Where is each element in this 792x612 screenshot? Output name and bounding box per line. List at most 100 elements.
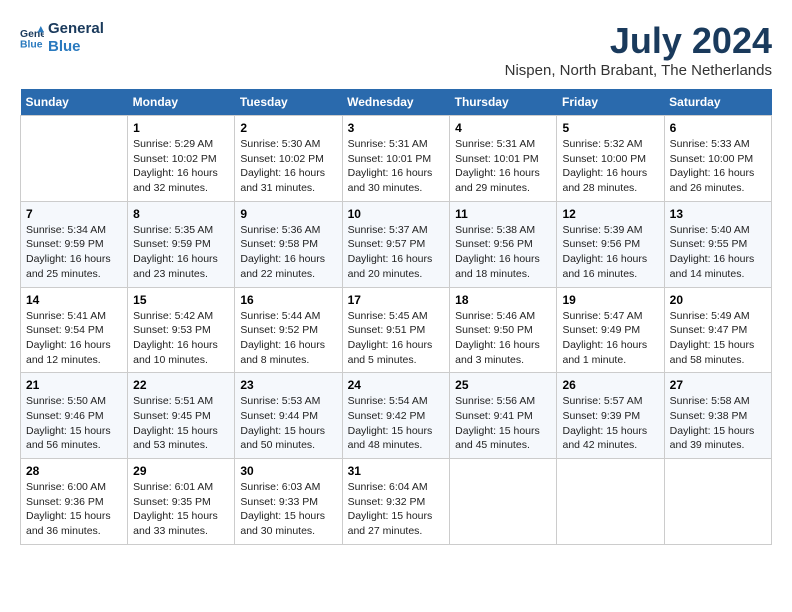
day-number: 7 xyxy=(26,207,122,221)
day-number: 6 xyxy=(670,121,766,135)
calendar-cell: 16 Sunrise: 5:44 AM Sunset: 9:52 PM Dayli… xyxy=(235,287,342,373)
calendar-cell: 11Sunrise: 5:38 AM Sunset: 9:56 PM Dayli… xyxy=(450,201,557,287)
calendar-cell xyxy=(557,459,664,545)
day-info: Sunrise: 5:41 AM Sunset: 9:54 PM Dayligh… xyxy=(26,309,122,368)
day-number: 2 xyxy=(240,121,336,135)
header-sunday: Sunday xyxy=(21,89,128,116)
calendar-cell xyxy=(450,459,557,545)
calendar-cell: 10 Sunrise: 5:37 AM Sunset: 9:57 PM Dayli… xyxy=(342,201,450,287)
day-info: Sunrise: 5:34 AM Sunset: 9:59 PM Dayligh… xyxy=(26,223,122,282)
day-info: Sunrise: 5:49 AM Sunset: 9:47 PM Dayligh… xyxy=(670,309,766,368)
day-number: 31 xyxy=(348,464,445,478)
day-number: 11 xyxy=(455,207,551,221)
calendar-cell: 14 Sunrise: 5:41 AM Sunset: 9:54 PM Dayli… xyxy=(21,287,128,373)
day-info: Sunrise: 5:44 AM Sunset: 9:52 PM Dayligh… xyxy=(240,309,336,368)
day-info: Sunrise: 5:32 AM Sunset: 10:00 PM Daylig… xyxy=(562,137,658,196)
subtitle: Nispen, North Brabant, The Netherlands xyxy=(505,62,772,79)
day-number: 9 xyxy=(240,207,336,221)
day-info: Sunrise: 5:47 AM Sunset: 9:49 PM Dayligh… xyxy=(562,309,658,368)
day-info: Sunrise: 5:42 AM Sunset: 9:53 PM Dayligh… xyxy=(133,309,229,368)
calendar-cell: 2 Sunrise: 5:30 AM Sunset: 10:02 PM Dayli… xyxy=(235,116,342,202)
header-wednesday: Wednesday xyxy=(342,89,450,116)
day-info: Sunrise: 5:54 AM Sunset: 9:42 PM Dayligh… xyxy=(348,394,445,453)
day-number: 18 xyxy=(455,293,551,307)
calendar-cell: 15 Sunrise: 5:42 AM Sunset: 9:53 PM Dayli… xyxy=(128,287,235,373)
day-info: Sunrise: 5:29 AM Sunset: 10:02 PM Daylig… xyxy=(133,137,229,196)
day-number: 30 xyxy=(240,464,336,478)
day-number: 23 xyxy=(240,378,336,392)
day-number: 1 xyxy=(133,121,229,135)
logo-line2: Blue xyxy=(48,38,104,56)
calendar-cell: 9 Sunrise: 5:36 AM Sunset: 9:58 PM Daylig… xyxy=(235,201,342,287)
logo: General Blue General Blue xyxy=(20,20,104,56)
day-info: Sunrise: 5:36 AM Sunset: 9:58 PM Dayligh… xyxy=(240,223,336,282)
day-info: Sunrise: 5:50 AM Sunset: 9:46 PM Dayligh… xyxy=(26,394,122,453)
day-number: 14 xyxy=(26,293,122,307)
calendar-cell: 6 Sunrise: 5:33 AM Sunset: 10:00 PM Dayli… xyxy=(664,116,771,202)
day-info: Sunrise: 5:51 AM Sunset: 9:45 PM Dayligh… xyxy=(133,394,229,453)
calendar-cell: 29 Sunrise: 6:01 AM Sunset: 9:35 PM Dayli… xyxy=(128,459,235,545)
calendar-cell: 26Sunrise: 5:57 AM Sunset: 9:39 PM Dayli… xyxy=(557,373,664,459)
day-number: 3 xyxy=(348,121,445,135)
calendar-cell: 7 Sunrise: 5:34 AM Sunset: 9:59 PM Daylig… xyxy=(21,201,128,287)
day-info: Sunrise: 5:31 AM Sunset: 10:01 PM Daylig… xyxy=(455,137,551,196)
calendar-cell: 31Sunrise: 6:04 AM Sunset: 9:32 PM Dayli… xyxy=(342,459,450,545)
day-number: 24 xyxy=(348,378,445,392)
calendar-cell: 4 Sunrise: 5:31 AM Sunset: 10:01 PM Dayli… xyxy=(450,116,557,202)
calendar-cell xyxy=(21,116,128,202)
day-info: Sunrise: 5:37 AM Sunset: 9:57 PM Dayligh… xyxy=(348,223,445,282)
day-info: Sunrise: 5:57 AM Sunset: 9:39 PM Dayligh… xyxy=(562,394,658,453)
day-info: Sunrise: 5:31 AM Sunset: 10:01 PM Daylig… xyxy=(348,137,445,196)
calendar-cell: 25Sunrise: 5:56 AM Sunset: 9:41 PM Dayli… xyxy=(450,373,557,459)
title-area: July 2024 Nispen, North Brabant, The Net… xyxy=(505,20,772,79)
header-saturday: Saturday xyxy=(664,89,771,116)
day-info: Sunrise: 5:53 AM Sunset: 9:44 PM Dayligh… xyxy=(240,394,336,453)
main-title: July 2024 xyxy=(505,20,772,62)
calendar-cell: 24 Sunrise: 5:54 AM Sunset: 9:42 PM Dayli… xyxy=(342,373,450,459)
calendar-table: SundayMondayTuesdayWednesdayThursdayFrid… xyxy=(20,89,772,545)
day-number: 17 xyxy=(348,293,445,307)
day-info: Sunrise: 5:35 AM Sunset: 9:59 PM Dayligh… xyxy=(133,223,229,282)
logo-icon: General Blue xyxy=(20,26,44,50)
svg-text:Blue: Blue xyxy=(20,40,43,50)
calendar-cell: 5 Sunrise: 5:32 AM Sunset: 10:00 PM Dayli… xyxy=(557,116,664,202)
day-number: 4 xyxy=(455,121,551,135)
calendar-cell: 18 Sunrise: 5:46 AM Sunset: 9:50 PM Dayli… xyxy=(450,287,557,373)
day-number: 13 xyxy=(670,207,766,221)
day-number: 8 xyxy=(133,207,229,221)
day-number: 27 xyxy=(670,378,766,392)
calendar-cell: 30Sunrise: 6:03 AM Sunset: 9:33 PM Dayli… xyxy=(235,459,342,545)
header-tuesday: Tuesday xyxy=(235,89,342,116)
calendar-cell: 12 Sunrise: 5:39 AM Sunset: 9:56 PM Dayli… xyxy=(557,201,664,287)
day-number: 22 xyxy=(133,378,229,392)
calendar-cell: 21Sunrise: 5:50 AM Sunset: 9:46 PM Dayli… xyxy=(21,373,128,459)
day-number: 5 xyxy=(562,121,658,135)
day-info: Sunrise: 5:33 AM Sunset: 10:00 PM Daylig… xyxy=(670,137,766,196)
day-info: Sunrise: 5:39 AM Sunset: 9:56 PM Dayligh… xyxy=(562,223,658,282)
header-monday: Monday xyxy=(128,89,235,116)
calendar-cell: 19 Sunrise: 5:47 AM Sunset: 9:49 PM Dayli… xyxy=(557,287,664,373)
day-number: 12 xyxy=(562,207,658,221)
day-info: Sunrise: 5:30 AM Sunset: 10:02 PM Daylig… xyxy=(240,137,336,196)
calendar-cell xyxy=(664,459,771,545)
day-number: 28 xyxy=(26,464,122,478)
calendar-cell: 13Sunrise: 5:40 AM Sunset: 9:55 PM Dayli… xyxy=(664,201,771,287)
logo-line1: General xyxy=(48,20,104,38)
day-number: 15 xyxy=(133,293,229,307)
calendar-cell: 23 Sunrise: 5:53 AM Sunset: 9:44 PM Dayli… xyxy=(235,373,342,459)
day-number: 16 xyxy=(240,293,336,307)
calendar-cell: 8 Sunrise: 5:35 AM Sunset: 9:59 PM Daylig… xyxy=(128,201,235,287)
calendar-cell: 17Sunrise: 5:45 AM Sunset: 9:51 PM Dayli… xyxy=(342,287,450,373)
page-header: General Blue General Blue July 2024 Nisp… xyxy=(20,20,772,79)
day-number: 10 xyxy=(348,207,445,221)
calendar-cell: 3 Sunrise: 5:31 AM Sunset: 10:01 PM Dayli… xyxy=(342,116,450,202)
day-info: Sunrise: 6:01 AM Sunset: 9:35 PM Dayligh… xyxy=(133,480,229,539)
day-info: Sunrise: 5:46 AM Sunset: 9:50 PM Dayligh… xyxy=(455,309,551,368)
calendar-cell: 22 Sunrise: 5:51 AM Sunset: 9:45 PM Dayli… xyxy=(128,373,235,459)
calendar-cell: 1 Sunrise: 5:29 AM Sunset: 10:02 PM Dayli… xyxy=(128,116,235,202)
day-info: Sunrise: 6:00 AM Sunset: 9:36 PM Dayligh… xyxy=(26,480,122,539)
day-info: Sunrise: 5:58 AM Sunset: 9:38 PM Dayligh… xyxy=(670,394,766,453)
calendar-cell: 27 Sunrise: 5:58 AM Sunset: 9:38 PM Dayli… xyxy=(664,373,771,459)
day-number: 19 xyxy=(562,293,658,307)
day-number: 29 xyxy=(133,464,229,478)
